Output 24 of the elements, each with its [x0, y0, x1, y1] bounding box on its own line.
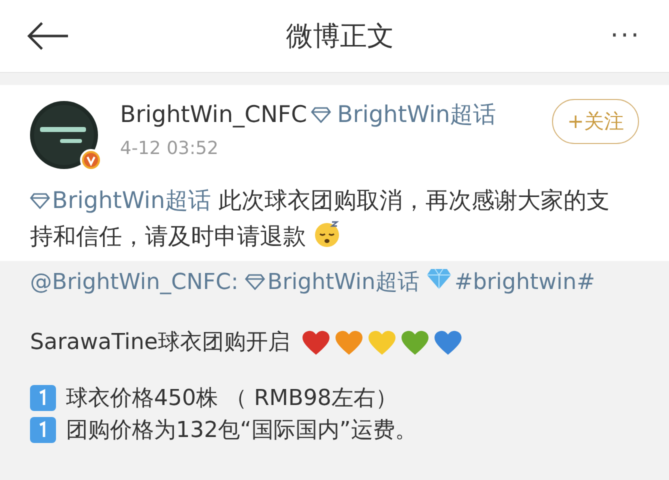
gem-icon — [426, 268, 452, 290]
follow-button[interactable]: +关注 — [552, 99, 639, 144]
topic-link[interactable]: BrightWin超话 — [52, 188, 212, 214]
hashtag-link[interactable]: #brightwin# — [454, 270, 596, 295]
diamond-icon — [30, 193, 50, 209]
back-icon[interactable] — [26, 21, 70, 51]
repost-headline: SarawaTine球衣团购开启 — [30, 329, 290, 357]
diamond-icon — [311, 106, 332, 122]
page-title: 微博正文 — [286, 20, 394, 54]
diamond-icon — [245, 274, 266, 290]
mention-link[interactable]: @BrightWin_CNFC: — [30, 270, 238, 295]
more-button[interactable]: ··· — [610, 21, 641, 51]
list-item-text: 球衣价格450株 （ RMB98左右） — [66, 385, 398, 413]
keycap-icon — [30, 385, 56, 411]
topic-link[interactable]: BrightWin超话 — [337, 99, 496, 130]
post-text: BrightWin超话 此次球衣团购取消，再次感谢大家的支持和信任，请及时申请退款 — [30, 187, 610, 252]
list-item-text: 团购价格为132包“国际国内”运费。 — [66, 417, 417, 445]
topic-link[interactable]: BrightWin超话 — [267, 270, 420, 295]
avatar[interactable] — [30, 101, 98, 169]
author-name[interactable]: BrightWin_CNFC — [120, 102, 308, 128]
keycap-icon — [30, 417, 56, 443]
post-time: 4-12 03:52 — [120, 138, 220, 159]
sleepy-face-icon — [313, 220, 342, 248]
verified-badge-icon — [80, 149, 102, 171]
